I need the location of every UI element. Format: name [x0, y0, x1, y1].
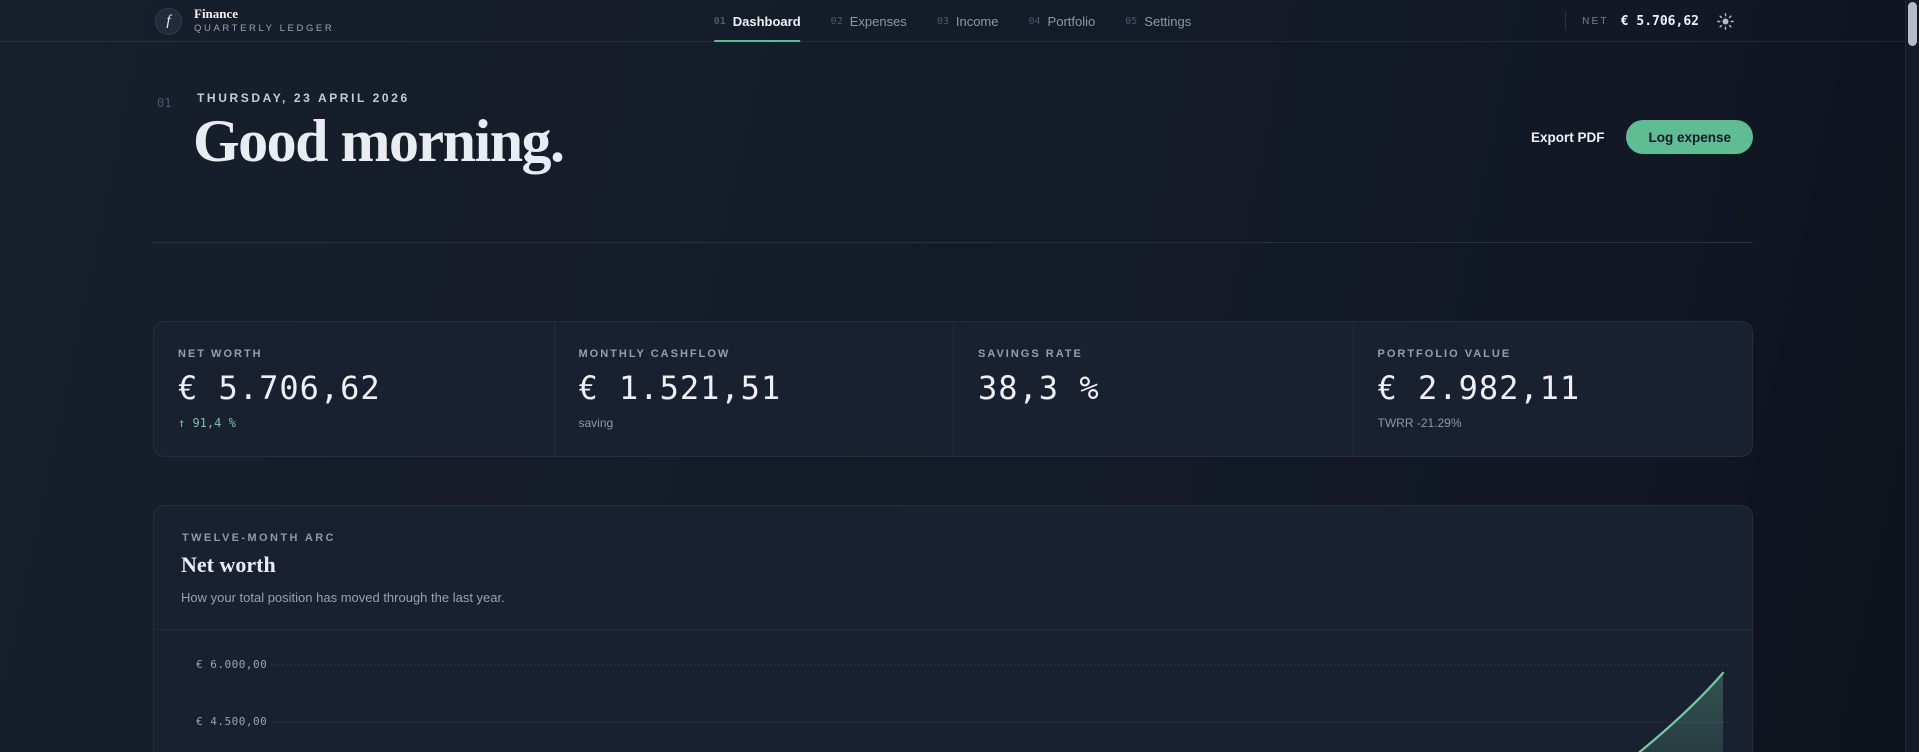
- chart-subtitle: How your total position has moved throug…: [181, 590, 505, 605]
- export-pdf-button[interactable]: Export PDF: [1531, 130, 1605, 145]
- stat-label: NET WORTH: [178, 348, 263, 360]
- stat-value: € 1.521,51: [578, 369, 782, 407]
- section-divider: [153, 242, 1753, 243]
- nav-number: 04: [1028, 15, 1041, 27]
- stat-savings-rate: SAVINGS RATE 38,3 %: [953, 322, 1353, 456]
- log-expense-button[interactable]: Log expense: [1626, 120, 1753, 154]
- page-scrollbar[interactable]: [1905, 0, 1919, 752]
- page-title: Good morning.: [193, 108, 565, 174]
- nav-number: 05: [1125, 15, 1138, 27]
- header-divider: [1565, 12, 1567, 30]
- stat-monthly-cashflow: MONTHLY CASHFLOW € 1.521,51 saving: [553, 322, 954, 456]
- stat-label: SAVINGS RATE: [978, 348, 1083, 360]
- chart-kicker: TWELVE-MONTH ARC: [182, 532, 336, 544]
- nav-item-portfolio[interactable]: 04 Portfolio: [1029, 0, 1096, 42]
- chart-title: Net worth: [181, 552, 276, 577]
- nav-number: 03: [936, 15, 949, 27]
- nav-label: Income: [955, 13, 999, 29]
- nav-number: 02: [830, 15, 843, 27]
- nav-item-expenses[interactable]: 02 Expenses: [831, 0, 907, 42]
- stat-label: MONTHLY CASHFLOW: [578, 348, 731, 360]
- nav-label: Expenses: [849, 13, 907, 29]
- top-bar: f Finance QUARTERLY LEDGER 01 Dashboard …: [0, 0, 1905, 42]
- brand-text: Finance QUARTERLY LEDGER: [194, 7, 334, 35]
- brand-logo[interactable]: f Finance QUARTERLY LEDGER: [155, 7, 334, 35]
- stat-note: TWRR -21.29%: [1377, 416, 1462, 430]
- stat-value: € 5.706,62: [178, 369, 381, 407]
- nav-label: Settings: [1144, 13, 1192, 29]
- net-value: € 5.706,62: [1620, 13, 1699, 29]
- main-nav: 01 Dashboard 02 Expenses 03 Income 04 Po…: [713, 0, 1191, 42]
- nav-item-settings[interactable]: 05 Settings: [1125, 0, 1191, 42]
- net-worth-area-chart: [1637, 671, 1725, 752]
- dashboard-screen: f Finance QUARTERLY LEDGER 01 Dashboard …: [0, 0, 1919, 752]
- stat-value: € 2.982,11: [1377, 369, 1581, 407]
- nav-label: Dashboard: [732, 13, 801, 29]
- stat-value: 38,3 %: [978, 369, 1100, 407]
- stat-delta: ↑ 91,4 %: [178, 416, 236, 430]
- stat-net-worth: NET WORTH € 5.706,62 ↑ 91,4 %: [154, 322, 554, 456]
- brand-monogram-icon: f: [155, 7, 182, 35]
- nav-label: Portfolio: [1047, 13, 1096, 29]
- net-label: NET: [1582, 15, 1609, 27]
- stat-label: PORTFOLIO VALUE: [1377, 348, 1512, 360]
- scrollbar-thumb[interactable]: [1908, 2, 1917, 46]
- brand-tagline: QUARTERLY LEDGER: [194, 23, 335, 34]
- stat-portfolio-value: PORTFOLIO VALUE € 2.982,11 TWRR -21.29%: [1352, 322, 1753, 456]
- hero-actions: Export PDF Log expense: [1531, 120, 1753, 154]
- nav-item-income[interactable]: 03 Income: [937, 0, 999, 42]
- header-right-group: NET € 5.706,62: [1565, 0, 1734, 42]
- section-index: 01: [157, 96, 172, 110]
- stat-note: saving: [578, 416, 614, 430]
- stats-strip: NET WORTH € 5.706,62 ↑ 91,4 % MONTHLY CA…: [153, 321, 1753, 457]
- nav-number: 01: [713, 15, 726, 27]
- brand-name: Finance: [194, 6, 239, 21]
- nav-item-dashboard[interactable]: 01 Dashboard: [713, 0, 801, 42]
- sun-icon[interactable]: [1717, 12, 1734, 30]
- net-worth-chart-card: TWELVE-MONTH ARC Net worth How your tota…: [153, 505, 1753, 752]
